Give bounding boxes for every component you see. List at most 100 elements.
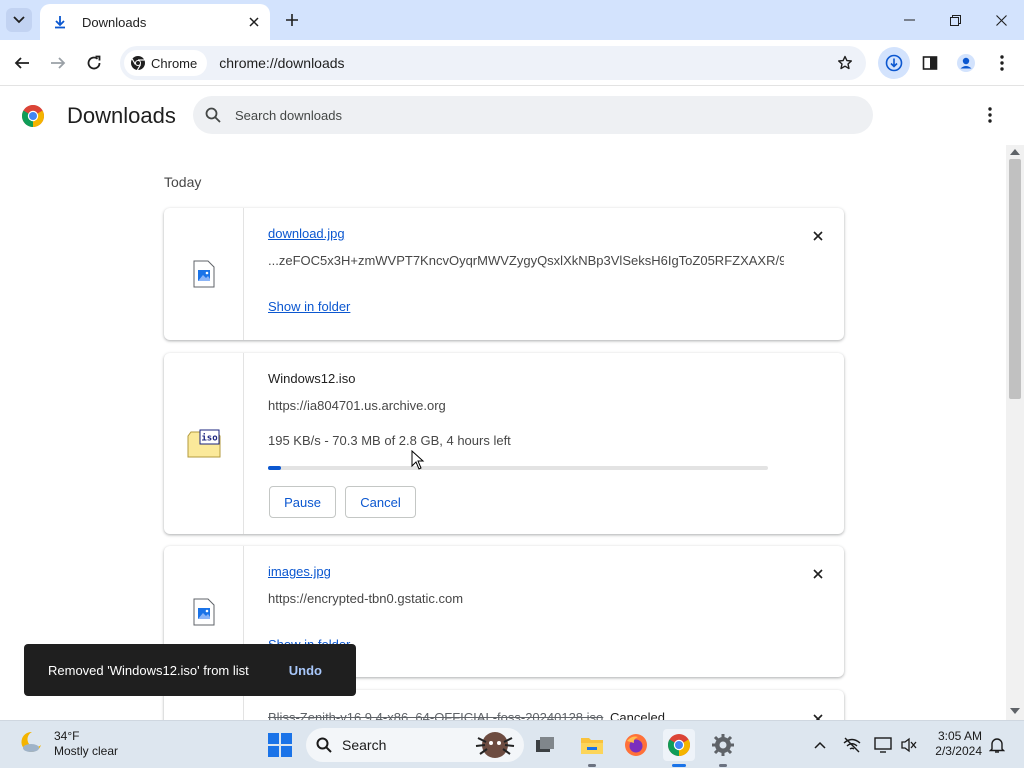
close-icon [995, 14, 1007, 26]
progress-fill [268, 466, 281, 470]
downloads-menu-button[interactable] [978, 103, 1002, 127]
taskbar-search-label: Search [342, 737, 387, 753]
back-button[interactable] [6, 47, 38, 79]
search-box[interactable] [193, 96, 873, 134]
download-progress-bar [268, 466, 768, 470]
chrome-logo-icon [22, 105, 44, 127]
show-in-folder-link[interactable]: Show in folder [268, 299, 350, 314]
show-hidden-icons-button[interactable] [808, 733, 832, 757]
toast-message: Removed 'Windows12.iso' from list [48, 662, 249, 678]
tab-search-button[interactable] [6, 8, 32, 32]
search-icon [205, 107, 221, 123]
svg-text:iso: iso [201, 432, 217, 443]
undo-button[interactable]: Undo [289, 663, 322, 678]
chrome-icon [668, 734, 690, 756]
chrome-taskbar-button[interactable] [663, 729, 695, 767]
file-icon-column: iso [164, 353, 244, 534]
firefox-button[interactable] [620, 729, 652, 761]
download-item: iso Windows12.iso https://ia804701.us.ar… [164, 353, 844, 534]
moon-weather-icon [21, 731, 41, 752]
active-indicator [672, 764, 686, 767]
section-date-label: Today [164, 174, 202, 190]
address-bar[interactable]: Chrome chrome://downloads [120, 46, 866, 80]
chrome-icon [131, 56, 145, 71]
task-view-icon [536, 737, 554, 752]
new-tab-button[interactable] [280, 8, 304, 32]
downloads-header: Downloads [0, 87, 1024, 145]
remove-item-icon[interactable] [808, 226, 828, 246]
search-input[interactable] [235, 107, 835, 123]
weather-desc: Mostly clear [54, 744, 119, 758]
profile-icon [957, 54, 975, 72]
profile-button[interactable] [950, 47, 982, 79]
image-file-icon [193, 260, 214, 288]
browser-toolbar: Chrome chrome://downloads [0, 40, 1024, 86]
system-clock[interactable]: 3:05 AM 2/3/2024 [928, 729, 982, 759]
task-view-button[interactable] [529, 729, 561, 761]
scroll-down-arrow-icon[interactable] [1010, 708, 1020, 714]
download-status: 195 KB/s - 70.3 MB of 2.8 GB, 4 hours le… [268, 433, 511, 448]
remove-item-icon[interactable] [808, 564, 828, 584]
download-circle-icon [885, 54, 903, 72]
reload-icon [87, 55, 101, 70]
more-vert-icon [988, 107, 992, 123]
more-vert-icon [1000, 55, 1004, 71]
download-body: download.jpg ...zeFOC5x3H+zmWVPT7KncvOyq… [268, 226, 784, 316]
forward-button[interactable] [42, 47, 74, 79]
page-scrollbar[interactable] [1006, 145, 1024, 720]
download-icon [52, 14, 68, 30]
windows-start-icon[interactable] [268, 733, 292, 757]
file-name-link[interactable]: images.jpg [268, 564, 784, 579]
volume-tray-button[interactable] [897, 733, 921, 757]
iso-file-icon: iso [187, 429, 220, 457]
monitor-icon [874, 737, 892, 753]
image-file-icon [193, 598, 214, 625]
plus-icon [286, 14, 298, 26]
url-text[interactable]: chrome://downloads [219, 55, 830, 71]
side-panel-button[interactable] [914, 47, 946, 79]
restore-icon [949, 14, 961, 26]
mouse-cursor-icon [411, 450, 425, 470]
network-off-icon [843, 737, 861, 753]
folder-icon [581, 738, 603, 754]
file-source-url: https://encrypted-tbn0.gstatic.com [268, 591, 464, 606]
taskbar-search[interactable]: Search [306, 728, 524, 762]
weather-widget[interactable]: 34°F Mostly clear [18, 729, 118, 759]
close-window-button[interactable] [978, 4, 1024, 36]
bookmark-star-icon[interactable] [830, 48, 860, 78]
reload-button[interactable] [78, 47, 110, 79]
taskbar: 34°F Mostly clear Search 3:05 AM 2/3/202… [0, 720, 1024, 768]
download-body: images.jpg https://encrypted-tbn0.gstati… [268, 564, 784, 654]
bell-icon [989, 738, 1005, 753]
tab-title: Downloads [82, 14, 147, 30]
network-tray-button[interactable] [840, 733, 864, 757]
downloads-toolbar-button[interactable] [878, 47, 910, 79]
tab-downloads[interactable]: Downloads [40, 4, 270, 40]
minimize-icon [903, 19, 915, 21]
clock-time: 3:05 AM [937, 729, 982, 743]
chevron-down-icon [13, 16, 25, 24]
restore-button[interactable] [932, 4, 978, 36]
site-info-chip[interactable]: Chrome [124, 50, 208, 76]
minimize-button[interactable] [886, 4, 932, 36]
file-source-url: https://ia804701.us.archive.org [268, 398, 446, 413]
cancel-button[interactable]: Cancel [345, 486, 416, 518]
settings-taskbar-button[interactable] [707, 729, 739, 767]
browser-menu-button[interactable] [986, 47, 1018, 79]
scroll-up-arrow-icon[interactable] [1010, 149, 1020, 155]
file-source-url: ...zeFOC5x3H+zmWVPT7KncvOyqrMWVZygyQsxlX… [268, 253, 784, 268]
pause-button[interactable]: Pause [269, 486, 336, 518]
file-name-link[interactable]: download.jpg [268, 226, 784, 241]
notifications-button[interactable] [985, 733, 1009, 757]
file-name: Windows12.iso [268, 371, 356, 386]
scroll-thumb[interactable] [1009, 159, 1021, 399]
gear-icon [712, 734, 734, 756]
side-panel-icon [922, 56, 938, 70]
close-tab-icon[interactable] [242, 10, 266, 34]
running-indicator [719, 764, 727, 767]
display-tray-button[interactable] [871, 733, 895, 757]
chip-label: Chrome [151, 55, 198, 71]
file-explorer-button[interactable] [576, 729, 608, 767]
file-icon-column [164, 208, 244, 340]
arrow-left-icon [14, 57, 29, 69]
